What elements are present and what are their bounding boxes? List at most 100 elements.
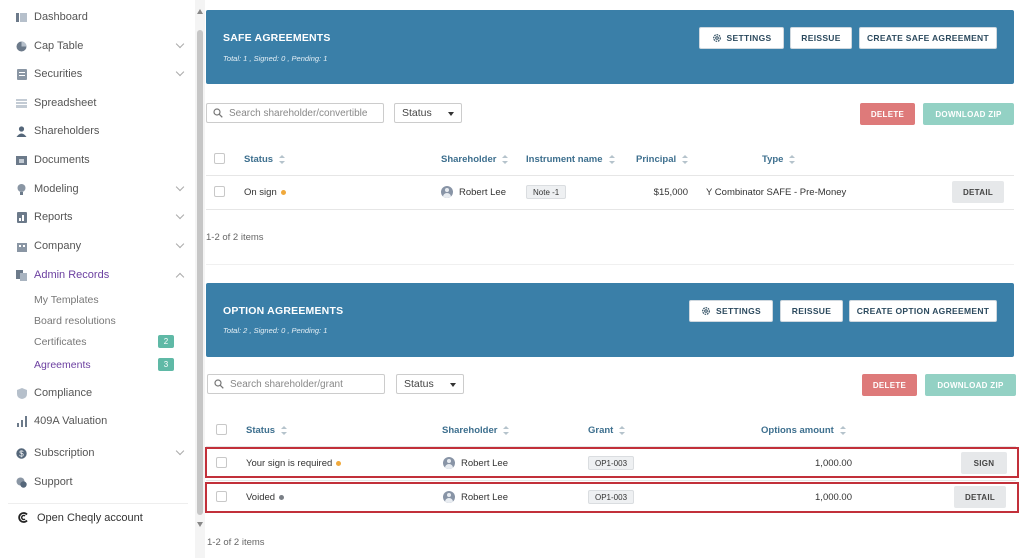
option-settings-button[interactable]: SETTINGS bbox=[689, 300, 773, 322]
sidebar-item-subscription[interactable]: $ Subscription bbox=[0, 442, 190, 464]
scroll-down-arrow-icon[interactable] bbox=[197, 522, 203, 527]
sidebar-item-label: Dashboard bbox=[34, 11, 88, 23]
sidebar-item-dashboard[interactable]: Dashboard bbox=[0, 6, 190, 28]
chevron-down-icon bbox=[175, 210, 185, 220]
sidebar-item-shareholders[interactable]: Shareholders bbox=[0, 120, 190, 142]
detail-button[interactable]: DETAIL bbox=[952, 181, 1004, 203]
sidebar-item-documents[interactable]: Documents bbox=[0, 149, 190, 171]
create-option-agreement-button[interactable]: CREATE OPTION AGREEMENT bbox=[849, 300, 997, 322]
sidebar-item-reports[interactable]: Reports bbox=[0, 206, 190, 228]
shareholder-name: Robert Lee bbox=[459, 186, 507, 198]
sidebar-item-spreadsheet[interactable]: Spreadsheet bbox=[0, 92, 190, 114]
chevron-down-icon bbox=[175, 239, 185, 249]
column-header-shareholder[interactable]: Shareholder bbox=[442, 425, 510, 436]
safe-search-input[interactable] bbox=[229, 107, 379, 119]
row-highlight-box bbox=[205, 482, 1019, 513]
chevron-down-icon bbox=[175, 182, 185, 192]
document-icon bbox=[16, 68, 27, 80]
sidebar-subitem-agreements[interactable]: Agreements bbox=[34, 359, 91, 371]
option-reissue-button[interactable]: REISSUE bbox=[780, 300, 843, 322]
sidebar-item-company[interactable]: Company bbox=[0, 235, 190, 257]
sidebar-item-admin-records[interactable]: Admin Records bbox=[0, 264, 190, 286]
option-status-select[interactable]: Status bbox=[396, 374, 464, 394]
folder-icon bbox=[16, 155, 27, 166]
column-header-status[interactable]: Status bbox=[244, 154, 286, 165]
column-header-grant[interactable]: Grant bbox=[588, 425, 626, 436]
column-label: Type bbox=[762, 154, 784, 165]
divider bbox=[206, 175, 1014, 176]
option-summary: Total: 2 , Signed: 0 , Pending: 1 bbox=[223, 326, 328, 335]
dollar-icon: $ bbox=[16, 447, 27, 459]
safe-delete-button[interactable]: DELETE bbox=[860, 103, 915, 125]
sidebar-item-cap-table[interactable]: Cap Table bbox=[0, 35, 190, 57]
open-cheqly-account-link[interactable]: Open Cheqly account bbox=[8, 503, 188, 531]
caret-down-icon bbox=[448, 112, 454, 116]
sidebar-item-support[interactable]: Support bbox=[0, 471, 190, 493]
safe-download-zip-button[interactable]: DOWNLOAD ZIP bbox=[923, 103, 1014, 125]
column-header-status[interactable]: Status bbox=[246, 425, 288, 436]
sidebar-item-compliance[interactable]: Compliance bbox=[0, 382, 190, 404]
column-header-options-amount[interactable]: Options amount bbox=[761, 425, 846, 436]
option-download-zip-button[interactable]: DOWNLOAD ZIP bbox=[925, 374, 1016, 396]
select-all-checkbox[interactable] bbox=[214, 153, 225, 164]
scroll-up-arrow-icon[interactable] bbox=[197, 9, 203, 14]
sort-icon bbox=[503, 426, 510, 435]
column-header-instrument-name[interactable]: Instrument name bbox=[526, 154, 615, 165]
dashboard-icon bbox=[16, 12, 27, 23]
cheqly-logo-icon bbox=[18, 512, 29, 523]
safe-search-field[interactable] bbox=[206, 103, 384, 123]
safe-agreements-header: SAFE AGREEMENTS Total: 1 , Signed: 0 , P… bbox=[206, 10, 1014, 84]
row-checkbox[interactable] bbox=[214, 186, 225, 197]
safe-summary: Total: 1 , Signed: 0 , Pending: 1 bbox=[223, 54, 328, 63]
sort-icon bbox=[608, 155, 615, 164]
records-icon bbox=[16, 269, 27, 281]
building-icon bbox=[16, 241, 27, 252]
sidebar-item-409a-valuation[interactable]: 409A Valuation bbox=[0, 410, 190, 432]
divider bbox=[206, 264, 1014, 265]
column-header-shareholder[interactable]: Shareholder bbox=[441, 154, 509, 165]
chevron-down-icon bbox=[175, 446, 185, 456]
status-cell: On sign bbox=[244, 186, 286, 198]
pagination-info: 1-2 of 2 items bbox=[207, 537, 265, 548]
scrollbar-thumb[interactable] bbox=[197, 30, 203, 515]
grid-icon bbox=[16, 98, 27, 109]
safe-status-select[interactable]: Status bbox=[394, 103, 462, 123]
row-highlight-box bbox=[205, 447, 1019, 478]
chevron-down-icon bbox=[175, 67, 185, 77]
column-header-principal[interactable]: Principal bbox=[636, 154, 689, 165]
pagination-info: 1-2 of 2 items bbox=[206, 232, 264, 243]
sort-icon bbox=[281, 426, 288, 435]
sidebar-subitem-board-resolutions[interactable]: Board resolutions bbox=[34, 315, 116, 327]
column-label: Shareholder bbox=[441, 154, 497, 165]
create-safe-agreement-button[interactable]: CREATE SAFE AGREEMENT bbox=[859, 27, 997, 49]
sort-icon bbox=[279, 155, 286, 164]
option-search-field[interactable] bbox=[207, 374, 385, 394]
status-select-value: Status bbox=[402, 107, 432, 119]
sort-icon bbox=[789, 155, 796, 164]
settings-label: SETTINGS bbox=[716, 306, 761, 316]
sidebar-item-label: Admin Records bbox=[34, 269, 110, 281]
sidebar-subitem-my-templates[interactable]: My Templates bbox=[34, 294, 99, 306]
column-label: Instrument name bbox=[526, 154, 603, 165]
sidebar-item-label: Spreadsheet bbox=[34, 97, 97, 109]
safe-reissue-button[interactable]: REISSUE bbox=[790, 27, 852, 49]
instrument-chip: Note -1 bbox=[526, 185, 567, 199]
count-badge: 3 bbox=[158, 358, 174, 371]
bulb-icon bbox=[16, 183, 27, 195]
column-label: Status bbox=[246, 425, 276, 436]
sidebar-item-label: Subscription bbox=[34, 447, 95, 459]
select-all-checkbox[interactable] bbox=[216, 424, 227, 435]
option-delete-button[interactable]: DELETE bbox=[862, 374, 917, 396]
sidebar-item-modeling[interactable]: Modeling bbox=[0, 178, 190, 200]
sidebar-subitem-certificates[interactable]: Certificates bbox=[34, 336, 87, 348]
option-search-input[interactable] bbox=[230, 378, 380, 390]
open-account-label: Open Cheqly account bbox=[37, 511, 143, 524]
sort-icon bbox=[619, 426, 626, 435]
sidebar-item-securities[interactable]: Securities bbox=[0, 63, 190, 85]
column-header-type[interactable]: Type bbox=[762, 154, 796, 165]
sidebar: Dashboard Cap Table Securities Spreadshe… bbox=[0, 0, 195, 558]
principal-cell: $15,000 bbox=[653, 186, 688, 198]
status-select-value: Status bbox=[404, 378, 434, 390]
safe-settings-button[interactable]: SETTINGS bbox=[699, 27, 784, 49]
sidebar-item-label: Shareholders bbox=[34, 125, 100, 137]
